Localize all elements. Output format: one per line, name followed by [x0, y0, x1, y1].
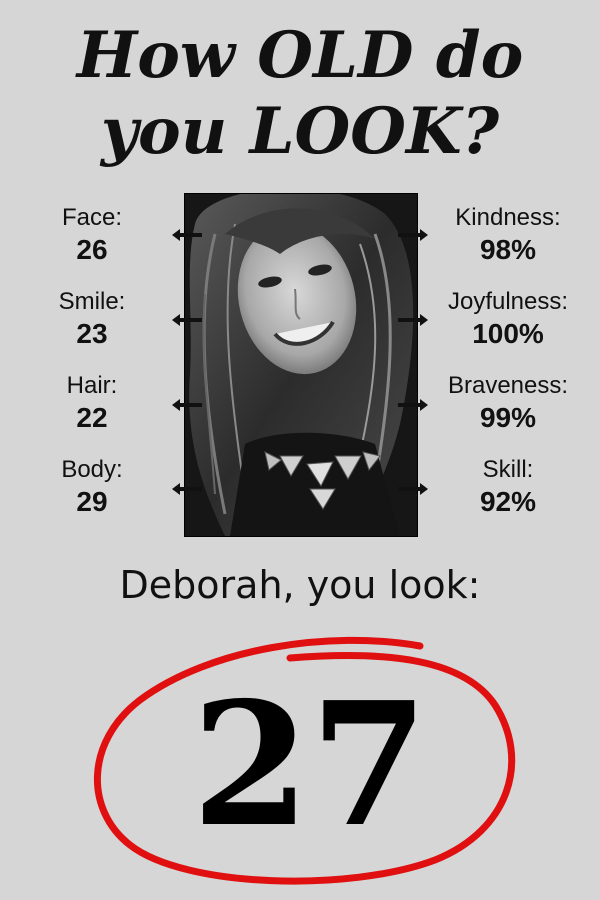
- headline-line-1: How OLD do: [76, 18, 524, 93]
- arrow-right-icon: [398, 483, 428, 495]
- arrow-left-icon: [172, 483, 202, 495]
- stat-braveness-value: 99%: [479, 402, 537, 433]
- result-caption: Deborah, you look:: [119, 563, 481, 607]
- headline: How OLD do you LOOK?: [0, 18, 600, 170]
- stat-kindness-label: Kindness:: [455, 204, 561, 231]
- stat-body-label: Body:: [61, 456, 123, 483]
- stat-kindness-value: 98%: [479, 234, 537, 265]
- stat-hair-value: 22: [76, 402, 108, 433]
- arrow-right-icon: [398, 229, 428, 241]
- stat-face-label: Face:: [61, 204, 123, 231]
- stat-smile-value: 23: [76, 318, 108, 349]
- stat-joyfulness: Joyfulness: 100%: [428, 287, 588, 351]
- stat-braveness: Braveness: 99%: [428, 371, 588, 435]
- stat-skill: Skill: 92%: [428, 455, 588, 519]
- result-area: 27: [90, 630, 530, 890]
- portrait-photo: [184, 193, 418, 537]
- stat-body-value: 29: [76, 486, 108, 517]
- arrow-left-icon: [172, 229, 202, 241]
- stat-face-value: 26: [76, 234, 108, 265]
- stat-body: Body: 29: [12, 455, 172, 519]
- stat-skill-label: Skill:: [482, 456, 534, 483]
- headline-line-2: you LOOK?: [100, 94, 500, 169]
- stat-braveness-label: Braveness:: [447, 372, 569, 399]
- stat-hair: Hair: 22: [12, 371, 172, 435]
- result-age: 27: [191, 665, 429, 865]
- stat-smile: Smile: 23: [12, 287, 172, 351]
- stat-face: Face: 26: [12, 203, 172, 267]
- portrait-illustration: [185, 194, 417, 536]
- stat-joyfulness-value: 100%: [472, 318, 544, 349]
- arrow-left-icon: [172, 399, 202, 411]
- stat-skill-value: 92%: [479, 486, 537, 517]
- stat-hair-label: Hair:: [66, 372, 118, 399]
- arrow-right-icon: [398, 399, 428, 411]
- arrow-right-icon: [398, 314, 428, 326]
- arrow-left-icon: [172, 314, 202, 326]
- stat-joyfulness-label: Joyfulness:: [447, 288, 569, 315]
- stat-smile-label: Smile:: [58, 288, 126, 315]
- stat-kindness: Kindness: 98%: [428, 203, 588, 267]
